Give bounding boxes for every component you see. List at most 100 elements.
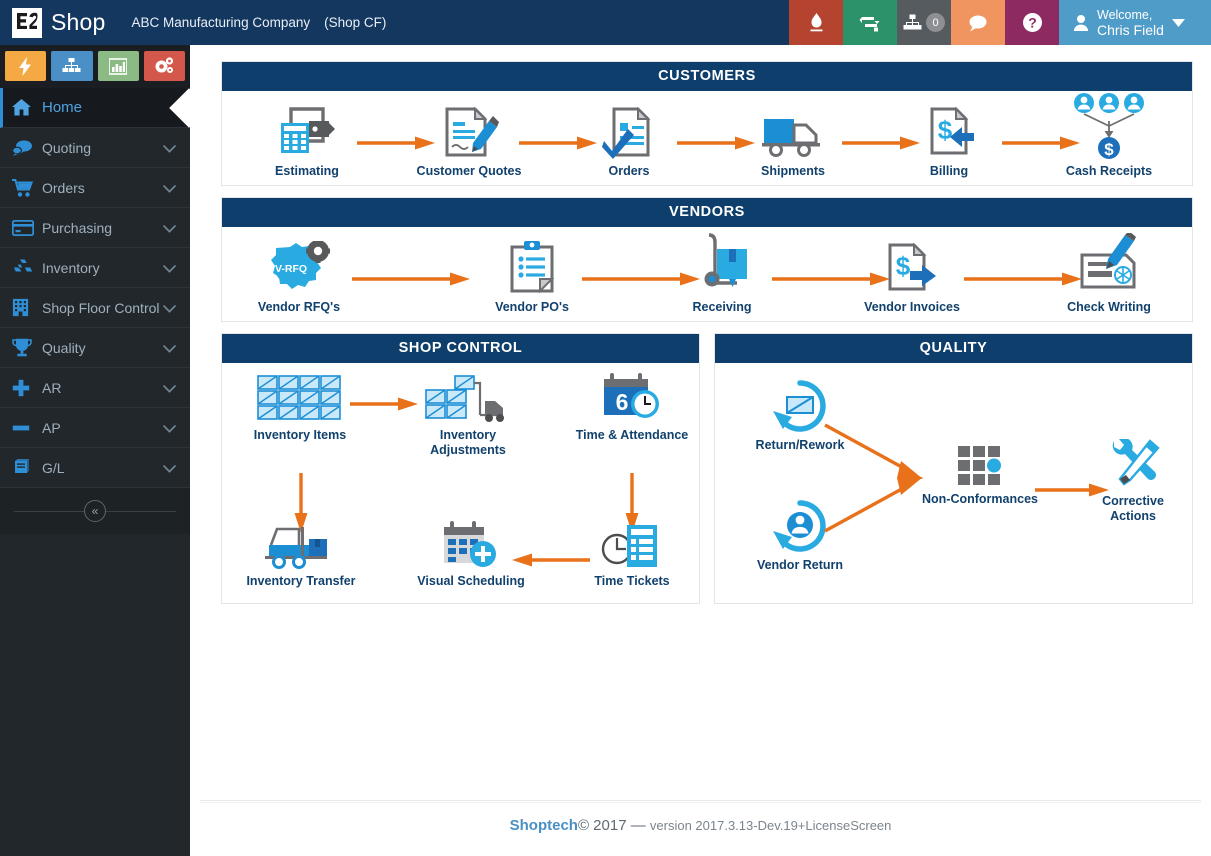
inventory-icon [12,259,38,276]
node-billing[interactable]: $ Billing [884,101,1014,179]
user-name: Chris Field [1097,21,1164,38]
node-shipments[interactable]: Shipments [728,101,858,179]
node-label: Vendor PO's [495,300,569,314]
node-label: Inventory Transfer [246,574,356,588]
quality-panel: QUALITY Return/Rework Vendor Return Non-… [714,333,1193,604]
chart-tile-button[interactable] [97,51,139,81]
customers-panel: CUSTOMERS Estimating Customer Quotes Ord… [221,61,1193,186]
org-chart-icon [903,14,922,30]
minus-icon [12,419,38,437]
sidebar-item-gl[interactable]: G/L [0,448,190,488]
svg-text:$: $ [896,251,911,281]
customers-panel-body: Estimating Customer Quotes Orders Shipme… [222,91,1192,185]
sidebar-item-label: Home [42,99,83,116]
svg-text:V-RFQ: V-RFQ [275,263,307,275]
alerts-button[interactable] [789,0,843,45]
alerts-icon [810,13,822,32]
chevron-down-icon [1171,18,1185,27]
brand-area[interactable]: Shop [0,0,106,45]
node-label: Customer Quotes [416,164,522,178]
home-icon [12,99,38,116]
sidebar-item-orders[interactable]: Orders [0,168,190,208]
sidebar-item-label: AR [42,379,62,396]
sidebar-item-quoting[interactable]: Quoting [0,128,190,168]
bolt-tile-button[interactable] [5,51,47,81]
user-avatar-icon [1073,15,1089,31]
quick-access-tiles [0,45,190,88]
sidebar-item-quality[interactable]: Quality [0,328,190,368]
shop-control-panel-body: Inventory Items Inventory Adjustments 6 … [222,363,699,603]
chevron-down-icon [163,220,176,236]
chevron-down-icon [163,380,176,396]
sidebar-item-shop-floor-control[interactable]: Shop Floor Control [0,288,190,328]
lower-panels-row: SHOP CONTROL Inventory Items Inventory A… [221,333,1193,604]
sync-button[interactable] [843,0,897,45]
vendor-invoices-icon: $ [847,237,977,295]
billing-invoice-icon: $ [884,101,1014,159]
sidebar-item-inventory[interactable]: Inventory [0,248,190,288]
node-inventory-adjustments[interactable]: Inventory Adjustments [403,371,533,458]
sidebar-item-label: Orders [42,179,85,196]
node-label: Vendor RFQ's [257,300,341,314]
shop-code: (Shop CF) [324,15,387,30]
node-vendor-invoices[interactable]: $ Vendor Invoices [847,237,977,315]
ledger-icon [12,458,38,477]
node-label: Inventory Items [253,428,347,442]
sidebar-item-ar[interactable]: AR [0,368,190,408]
node-label: Corrective Actions [1102,494,1164,523]
svg-text:$: $ [938,115,953,145]
shop-floor-icon [12,298,38,317]
shipments-truck-icon [728,101,858,159]
node-customer-quotes[interactable]: Customer Quotes [404,101,534,179]
node-vendor-pos[interactable]: Vendor PO's [467,237,597,315]
sidebar-item-ap[interactable]: AP [0,408,190,448]
node-receiving[interactable]: Receiving [657,233,787,315]
node-check-writing[interactable]: Check Writing [1044,231,1174,315]
vendors-panel-body: V-RFQ Vendor RFQ's Vendor PO's Receiving… [222,227,1192,321]
help-button[interactable]: ? [1005,0,1059,45]
user-menu-button[interactable]: Welcome, Chris Field [1059,0,1211,45]
node-cash-receipts[interactable]: $ Cash Receipts [1044,93,1174,179]
node-label: Inventory Adjustments [430,428,506,457]
node-inventory-items[interactable]: Inventory Items [235,371,365,443]
node-label: Receiving [692,300,752,314]
plus-icon [12,379,38,397]
node-time-attendance[interactable]: 6 Time & Attendance [567,371,697,443]
user-greeting: Welcome, [1097,7,1153,22]
sidebar-item-purchasing[interactable]: Purchasing [0,208,190,248]
sidebar-collapse-row: « [0,488,190,534]
vendors-panel: VENDORS V-RFQ Vendor RFQ's Vendor PO's R… [221,197,1193,322]
node-vendor-rfqs[interactable]: V-RFQ Vendor RFQ's [234,237,364,315]
node-label: Vendor Return [756,558,844,572]
settings-tile-button[interactable] [143,51,185,81]
estimating-icon [242,101,372,159]
node-inventory-transfer[interactable]: Inventory Transfer [236,521,366,589]
e2-logo-icon [12,7,42,38]
check-writing-icon [1044,231,1174,295]
sidebar-item-home[interactable]: Home [0,88,190,128]
org-chart-button[interactable]: 0 [897,0,951,45]
chevron-down-icon [163,340,176,356]
sidebar-item-label: Quality [42,339,86,356]
node-label: Shipments [761,164,825,178]
node-non-conformances[interactable]: Non-Conformances [915,443,1045,507]
help-icon: ? [1022,13,1042,32]
panel-title: CUSTOMERS [222,62,1192,91]
sitemap-tile-button[interactable] [51,51,93,81]
workflow-diagram: CUSTOMERS Estimating Customer Quotes Ord… [221,61,1193,604]
customer-quotes-icon [404,101,534,159]
node-label: Time & Attendance [575,428,689,442]
node-estimating[interactable]: Estimating [242,101,372,179]
cash-receipts-icon: $ [1044,93,1174,159]
node-corrective-actions[interactable]: Corrective Actions [1068,439,1198,524]
collapse-sidebar-button[interactable]: « [84,500,106,522]
chat-button[interactable] [951,0,1005,45]
sync-icon [859,16,880,31]
main-content: CUSTOMERS Estimating Customer Quotes Ord… [190,45,1211,856]
chevron-down-icon [163,460,176,476]
bolt-icon [19,56,32,76]
node-time-tickets[interactable]: Time Tickets [567,521,697,589]
node-orders[interactable]: Orders [564,101,694,179]
chevron-down-icon [163,300,176,316]
receiving-icon [657,233,787,295]
